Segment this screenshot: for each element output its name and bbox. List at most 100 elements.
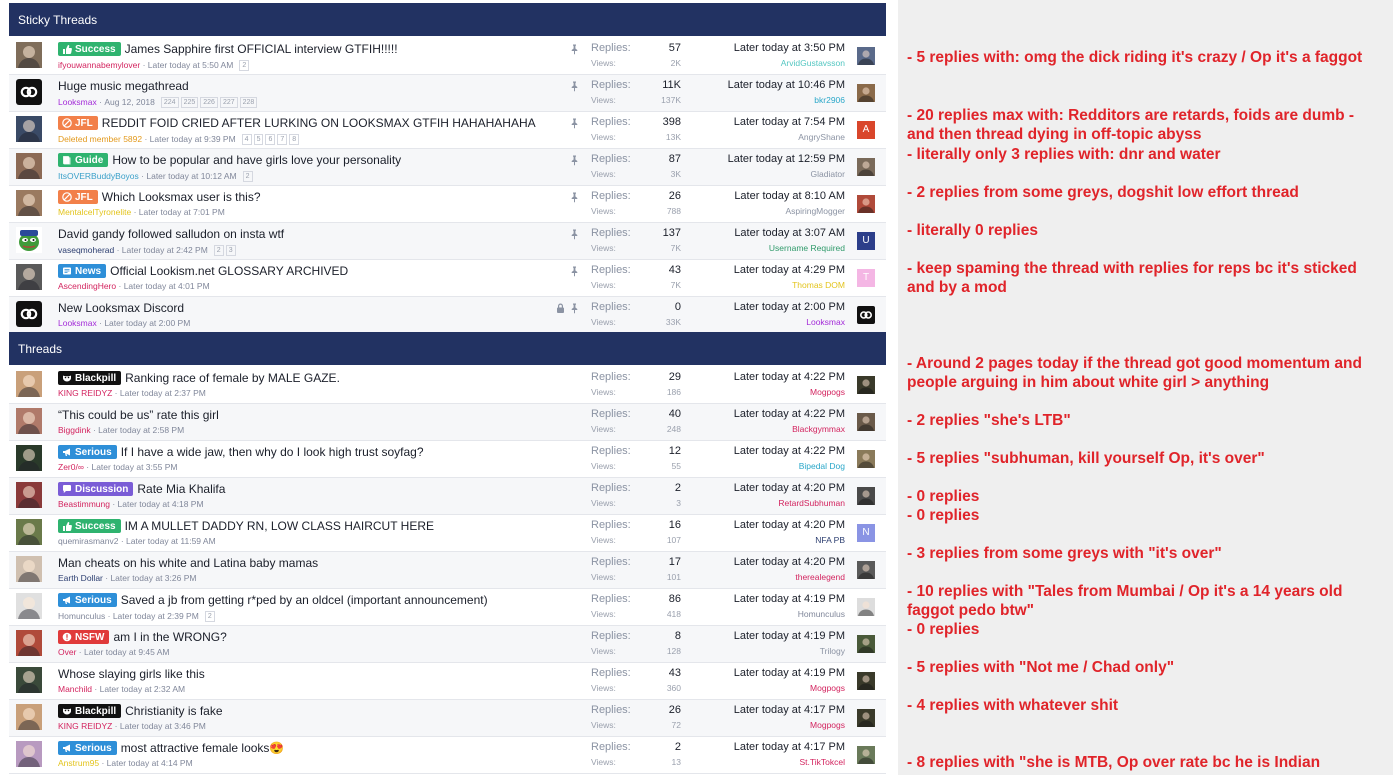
thread-start-date[interactable]: Later today at 9:39 PM [150,134,236,144]
thread-title-link[interactable]: David gandy followed salludon on insta w… [58,227,284,241]
last-poster-link[interactable]: Thomas DOM [699,280,845,290]
page-link[interactable]: 8 [289,134,300,145]
last-poster-avatar[interactable] [857,709,875,727]
last-post-time[interactable]: Later today at 8:10 AM [699,190,845,202]
thread-row[interactable]: Success James Sapphire first OFFICIAL int… [9,38,886,75]
thread-row[interactable]: Whose slaying girls like this Manchild · … [9,663,886,700]
last-post-time[interactable]: Later today at 3:50 PM [699,42,845,54]
last-post-time[interactable]: Later today at 4:19 PM [699,667,845,679]
author-avatar[interactable] [16,42,42,68]
thread-title-link[interactable]: Christianity is fake [125,704,222,718]
last-post-time[interactable]: Later today at 4:20 PM [699,482,845,494]
last-post-time[interactable]: Later today at 4:17 PM [699,704,845,716]
thread-title-link[interactable]: IM A MULLET DADDY RN, LOW CLASS HAIRCUT … [125,519,434,533]
last-post-time[interactable]: Later today at 10:46 PM [699,79,845,91]
last-post-time[interactable]: Later today at 3:07 AM [699,227,845,239]
last-post-time[interactable]: Later today at 4:19 PM [699,593,845,605]
page-link[interactable]: 4 [241,134,252,145]
author-avatar[interactable] [16,593,42,619]
last-poster-avatar[interactable]: U [857,232,875,250]
thread-start-date[interactable]: Later today at 5:50 AM [148,60,234,70]
last-poster-avatar[interactable]: T [857,269,875,287]
last-poster-link[interactable]: Trilogy [699,646,845,656]
thread-title-link[interactable]: James Sapphire first OFFICIAL interview … [125,42,398,56]
author-avatar[interactable] [16,301,42,327]
thread-start-date[interactable]: Later today at 7:01 PM [139,207,225,217]
last-post-time[interactable]: Later today at 4:22 PM [699,371,845,383]
author-avatar[interactable] [16,556,42,582]
last-poster-link[interactable]: AngryShane [699,132,845,142]
thread-row[interactable]: JFL REDDIT FOID CRIED AFTER LURKING ON LO… [9,112,886,149]
thread-start-date[interactable]: Later today at 3:26 PM [110,573,196,583]
author-avatar[interactable] [16,264,42,290]
thread-title-link[interactable]: Ranking race of female by MALE GAZE. [125,371,340,385]
thread-title-link[interactable]: If I have a wide jaw, then why do I look… [121,445,424,459]
last-poster-link[interactable]: bkr2906 [699,95,845,105]
thread-row[interactable]: Discussion Rate Mia Khalifa Beastimmung · … [9,478,886,515]
thread-row[interactable]: Blackpill Ranking race of female by MALE … [9,367,886,404]
last-poster-avatar[interactable] [857,47,875,65]
thread-author-link[interactable]: quemirasmanv2 [58,536,118,546]
thread-start-date[interactable]: Later today at 10:12 AM [146,171,236,181]
author-avatar[interactable] [16,116,42,142]
last-post-time[interactable]: Later today at 4:22 PM [699,445,845,457]
last-poster-link[interactable]: St.TikTokcel [699,757,845,767]
page-link[interactable]: 2 [239,60,250,71]
thread-start-date[interactable]: Later today at 2:32 AM [100,684,186,694]
thread-row[interactable]: Serious Saved a jb from getting r*ped by … [9,589,886,626]
last-poster-avatar[interactable] [857,376,875,394]
thread-start-date[interactable]: Later today at 3:46 PM [120,721,206,731]
thread-author-link[interactable]: Deleted member 5892 [58,134,142,144]
thread-prefix-label[interactable]: Success [58,519,121,533]
thread-prefix-label[interactable]: Blackpill [58,371,122,385]
thread-author-link[interactable]: KING REIDYZ [58,388,112,398]
last-poster-link[interactable]: Gladiator [699,169,846,179]
thread-row[interactable]: Serious most attractive female looks😍 Anst… [9,737,886,774]
last-poster-avatar[interactable] [857,84,875,102]
page-link[interactable]: 228 [239,97,258,108]
last-post-time[interactable]: Later today at 12:59 PM [699,153,845,165]
thread-row[interactable]: Huge music megathread Looksmax · Aug 12, … [9,75,886,112]
thread-prefix-label[interactable]: Serious [58,593,117,607]
thread-start-date[interactable]: Later today at 4:14 PM [107,758,193,768]
thread-title-link[interactable]: Which Looksmax user is this? [102,190,261,204]
thread-author-link[interactable]: Earth Dollar [58,573,103,583]
last-poster-avatar[interactable] [857,635,875,653]
thread-prefix-label[interactable]: JFL [58,116,98,130]
thread-author-link[interactable]: Manchild [58,684,92,694]
last-post-time[interactable]: Later today at 4:29 PM [699,264,845,276]
author-avatar[interactable] [16,741,42,767]
thread-author-link[interactable]: Homunculus [58,611,105,621]
thread-author-link[interactable]: Beastimmung [58,499,110,509]
thread-title-link[interactable]: Huge music megathread [58,79,189,93]
last-post-time[interactable]: Later today at 4:22 PM [699,408,845,420]
thread-title-link[interactable]: Man cheats on his white and Latina baby … [58,556,318,570]
last-poster-link[interactable]: Username Required [699,243,845,253]
page-link[interactable]: 3 [225,245,236,256]
thread-prefix-label[interactable]: Serious [58,445,117,459]
thread-prefix-label[interactable]: NSFW [58,630,110,644]
thread-title-link[interactable]: REDDIT FOID CRIED AFTER LURKING ON LOOKS… [102,116,536,130]
last-post-time[interactable]: Later today at 4:19 PM [699,630,845,642]
thread-author-link[interactable]: vaseqmoherad [58,245,114,255]
last-post-time[interactable]: Later today at 4:20 PM [699,519,845,531]
last-poster-link[interactable]: Looksmax [699,317,845,327]
page-link[interactable]: 7 [277,134,288,145]
last-poster-link[interactable]: Homunculus [699,609,845,619]
thread-title-link[interactable]: How to be popular and have girls love yo… [112,153,401,167]
thread-row[interactable]: NSFW am I in the WRONG? Over · Later today… [9,626,886,663]
thread-start-date[interactable]: Later today at 2:39 PM [113,611,199,621]
thread-author-link[interactable]: Looksmax [58,97,97,107]
thread-author-link[interactable]: AscendingHero [58,281,116,291]
last-poster-avatar[interactable] [857,746,875,764]
last-post-time[interactable]: Later today at 4:20 PM [699,556,845,568]
last-poster-avatar[interactable]: A [857,121,875,139]
last-post-time[interactable]: Later today at 2:00 PM [699,301,845,313]
author-avatar[interactable] [16,371,42,397]
last-poster-avatar[interactable] [857,487,875,505]
author-avatar[interactable] [16,227,42,253]
last-poster-avatar[interactable] [857,306,875,324]
last-poster-link[interactable]: Mogpogs [699,720,845,730]
thread-title-link[interactable]: most attractive female looks😍 [121,741,285,755]
thread-prefix-label[interactable]: Success [58,42,121,56]
